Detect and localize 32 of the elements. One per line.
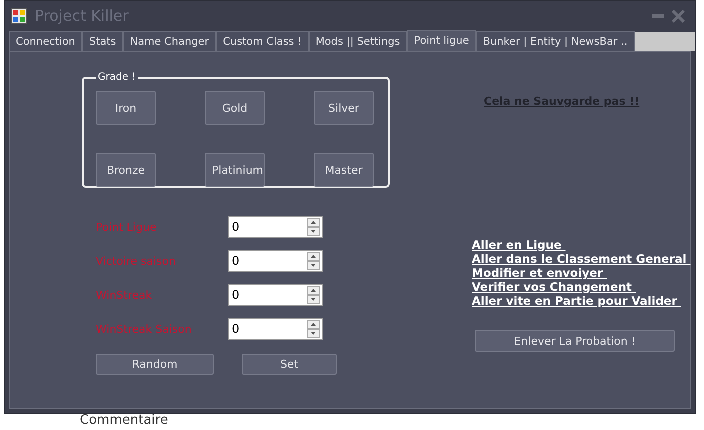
link[interactable]: Verifier vos Changement — [472, 280, 636, 294]
grade-button[interactable]: Master — [314, 153, 374, 187]
grade-button[interactable]: Silver — [314, 91, 374, 125]
spinner-arrows-icon[interactable] — [307, 286, 320, 304]
tab[interactable]: Name Changer — [123, 31, 216, 51]
grade-button[interactable]: Bronze — [96, 153, 156, 187]
grade-button[interactable]: Iron — [96, 91, 156, 125]
link[interactable]: Modifier et envoiyer — [472, 266, 608, 280]
tab[interactable]: Stats — [82, 31, 124, 51]
field-label: WinStreak — [95, 288, 154, 302]
tab[interactable]: Bunker | Entity | NewsBar .. — [476, 31, 635, 51]
grade-button[interactable]: Platinium — [205, 153, 265, 187]
field-label: Victoire saison — [95, 254, 177, 268]
grade-button[interactable]: Gold — [205, 91, 265, 125]
tab[interactable]: Custom Class ! — [216, 31, 309, 51]
group-title: Grade ! — [97, 72, 137, 83]
tab[interactable]: Mods || Settings — [308, 31, 408, 51]
app-icon — [11, 8, 27, 24]
background-text: Commentaire — [80, 414, 168, 427]
spinner-arrows-icon[interactable] — [307, 320, 320, 338]
field-label: Point Ligue — [95, 220, 158, 234]
field-label: WinStreak Saison — [95, 322, 193, 336]
spinner-arrows-icon[interactable] — [307, 218, 320, 236]
set-button[interactable]: Set — [242, 354, 337, 375]
spinner-arrows-icon[interactable] — [307, 252, 320, 270]
random-button[interactable]: Random — [96, 354, 214, 375]
link[interactable]: Aller en Ligue — [472, 238, 566, 252]
link[interactable]: Aller vite en Partie pour Valider — [472, 294, 682, 308]
tab[interactable]: Connection — [9, 31, 82, 51]
remove-probation-button[interactable]: Enlever La Probation ! — [475, 330, 675, 352]
tab[interactable]: Point ligue — [407, 30, 476, 51]
link[interactable]: Aller dans le Classement General — [472, 252, 691, 266]
